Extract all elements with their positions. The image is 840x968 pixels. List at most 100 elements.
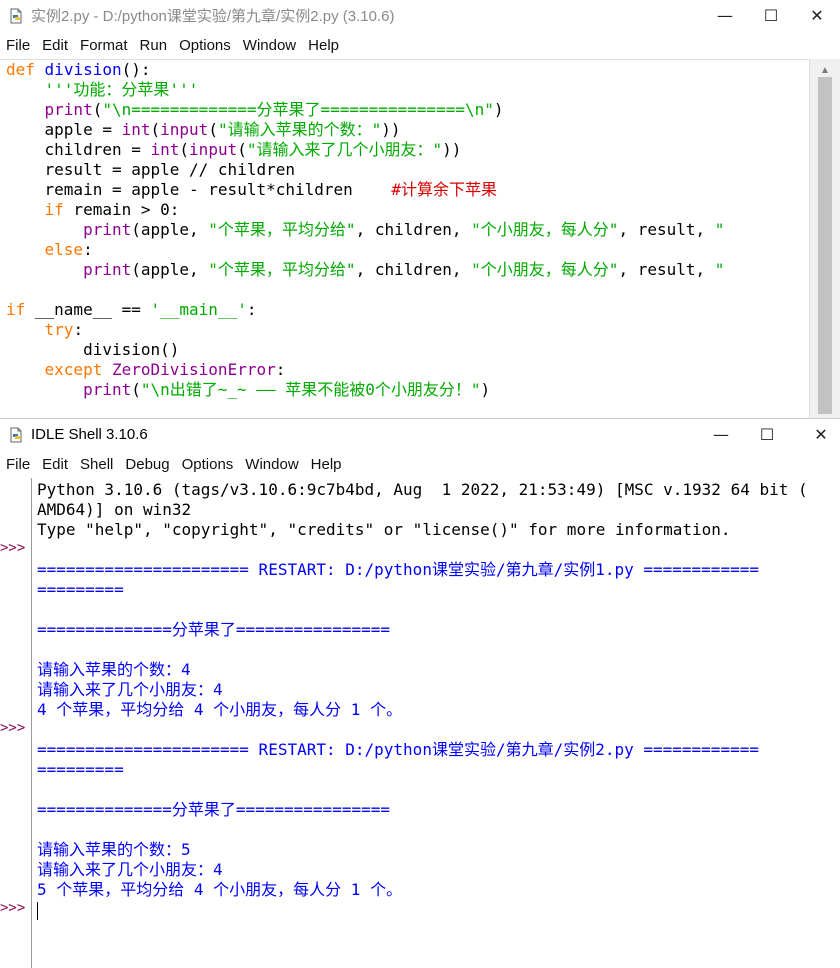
code-token: : bbox=[73, 320, 84, 339]
code-token: , children, bbox=[355, 220, 472, 239]
code-token: if bbox=[44, 200, 64, 219]
menu-options[interactable]: Options bbox=[173, 37, 237, 54]
editor-menubar: File Edit Format Run Options Window Help bbox=[0, 31, 840, 59]
shell-text: ========= bbox=[37, 580, 124, 599]
code-token: : bbox=[275, 360, 286, 379]
menu-run[interactable]: Run bbox=[134, 37, 174, 54]
menu-file[interactable]: File bbox=[0, 37, 36, 54]
maximize-icon[interactable]: ☐ bbox=[744, 419, 790, 450]
editor-window: 实例2.py - D:/python课堂实验/第九章/实例2.py (3.10.… bbox=[0, 0, 840, 418]
code-token: print bbox=[83, 220, 132, 239]
editor-scrollbar[interactable]: ▲ bbox=[809, 59, 840, 418]
code-token: , result, bbox=[618, 220, 715, 239]
code-token: print bbox=[83, 380, 132, 399]
editor-code-area[interactable]: def division(): '''功能：分苹果''' print("\n==… bbox=[0, 59, 810, 418]
code-token: ( bbox=[92, 100, 103, 119]
code-token: " bbox=[714, 260, 725, 279]
code-token: : bbox=[83, 240, 93, 259]
scroll-up-icon[interactable]: ▲ bbox=[820, 65, 830, 76]
shell-text: 请输入苹果的个数：4 bbox=[37, 660, 191, 679]
menu-help[interactable]: Help bbox=[302, 37, 345, 54]
shell-prompt: >>> bbox=[0, 540, 26, 556]
shell-text: 请输入来了几个小朋友：4 bbox=[37, 680, 223, 699]
code-token: , children, bbox=[355, 260, 472, 279]
code-token: "请输入苹果的个数：" bbox=[217, 120, 382, 139]
shell-menubar: File Edit Shell Debug Options Window Help bbox=[0, 450, 840, 478]
code-line: print("\n=============分苹果了==============… bbox=[6, 100, 810, 120]
code-line: print(apple, "个苹果，平均分给", children, "个小朋友… bbox=[6, 260, 810, 280]
code-token: (): bbox=[121, 60, 151, 79]
code-line: children = int(input("请输入来了几个小朋友：")) bbox=[6, 140, 810, 160]
code-token: " bbox=[714, 220, 725, 239]
code-token: "请输入来了几个小朋友：" bbox=[246, 140, 443, 159]
text-cursor bbox=[37, 901, 38, 920]
code-line: if __name__ == '__main__': bbox=[6, 300, 810, 320]
menu-debug[interactable]: Debug bbox=[119, 456, 175, 473]
menu-format[interactable]: Format bbox=[74, 37, 134, 54]
shell-title: IDLE Shell 3.10.6 bbox=[31, 426, 148, 443]
close-icon[interactable]: ✕ bbox=[794, 0, 840, 31]
python-file-icon bbox=[8, 8, 24, 24]
menu-edit[interactable]: Edit bbox=[36, 37, 74, 54]
code-token: def bbox=[6, 60, 35, 79]
code-token: input bbox=[189, 140, 238, 159]
code-line: print(apple, "个苹果，平均分给", children, "个小朋友… bbox=[6, 220, 810, 240]
code-token: input bbox=[160, 120, 209, 139]
shell-text: ====================== RESTART: D:/pytho… bbox=[37, 560, 759, 579]
shell-window: IDLE Shell 3.10.6 — ☐ ✕ File Edit Shell Deb… bbox=[0, 418, 840, 968]
code-token: __name__ == bbox=[25, 300, 151, 319]
shell-text: ==============分苹果了================ bbox=[37, 620, 390, 639]
menu-window[interactable]: Window bbox=[237, 37, 302, 54]
menu-file[interactable]: File bbox=[0, 456, 36, 473]
shell-prompt: >>> bbox=[0, 900, 26, 916]
code-token: children = bbox=[6, 140, 151, 159]
shell-line: 请输入来了几个小朋友：4 bbox=[37, 680, 840, 700]
code-line: division() bbox=[6, 340, 810, 360]
menu-edit[interactable]: Edit bbox=[36, 456, 74, 473]
shell-line: ====================== RESTART: D:/pytho… bbox=[37, 560, 840, 580]
code-token: "\n=============分苹果了===============\n" bbox=[102, 100, 494, 119]
menu-options[interactable]: Options bbox=[176, 456, 240, 473]
menu-shell[interactable]: Shell bbox=[74, 456, 119, 473]
code-token: (apple, bbox=[131, 220, 209, 239]
maximize-icon[interactable]: ☐ bbox=[748, 0, 794, 31]
shell-line: AMD64)] on win32 bbox=[37, 500, 840, 520]
shell-line: ==============分苹果了================ bbox=[37, 800, 840, 820]
shell-text: ==============分苹果了================ bbox=[37, 800, 390, 819]
minimize-icon[interactable]: — bbox=[702, 0, 748, 31]
shell-text: ====================== RESTART: D:/pytho… bbox=[37, 740, 759, 759]
shell-text: Type "help", "copyright", "credits" or "… bbox=[37, 520, 731, 539]
editor-titlebar[interactable]: 实例2.py - D:/python课堂实验/第九章/实例2.py (3.10.… bbox=[0, 0, 840, 31]
shell-line: 请输入苹果的个数：4 bbox=[37, 660, 840, 680]
shell-line: ==============分苹果了================ bbox=[37, 620, 840, 640]
menu-help[interactable]: Help bbox=[305, 456, 348, 473]
python-file-icon bbox=[8, 427, 24, 443]
code-token: '__main__' bbox=[150, 300, 247, 319]
shell-line bbox=[37, 900, 840, 920]
menu-window[interactable]: Window bbox=[239, 456, 304, 473]
scrollbar-thumb[interactable] bbox=[818, 77, 832, 414]
minimize-icon[interactable]: — bbox=[698, 419, 744, 450]
code-token: ( bbox=[208, 120, 218, 139]
shell-prompt: >>> bbox=[0, 720, 26, 736]
shell-titlebar[interactable]: IDLE Shell 3.10.6 — ☐ ✕ bbox=[0, 419, 840, 450]
close-icon[interactable]: ✕ bbox=[798, 419, 840, 450]
shell-output-area[interactable]: Python 3.10.6 (tags/v3.10.6:9c7b4bd, Aug… bbox=[37, 480, 840, 968]
code-token: "个小朋友，每人分" bbox=[471, 260, 619, 279]
code-token: if bbox=[6, 300, 26, 319]
code-token: '''功能：分苹果''' bbox=[44, 80, 199, 99]
shell-text: 4 个苹果，平均分给 4 个小朋友，每人分 1 个。 bbox=[37, 700, 403, 719]
